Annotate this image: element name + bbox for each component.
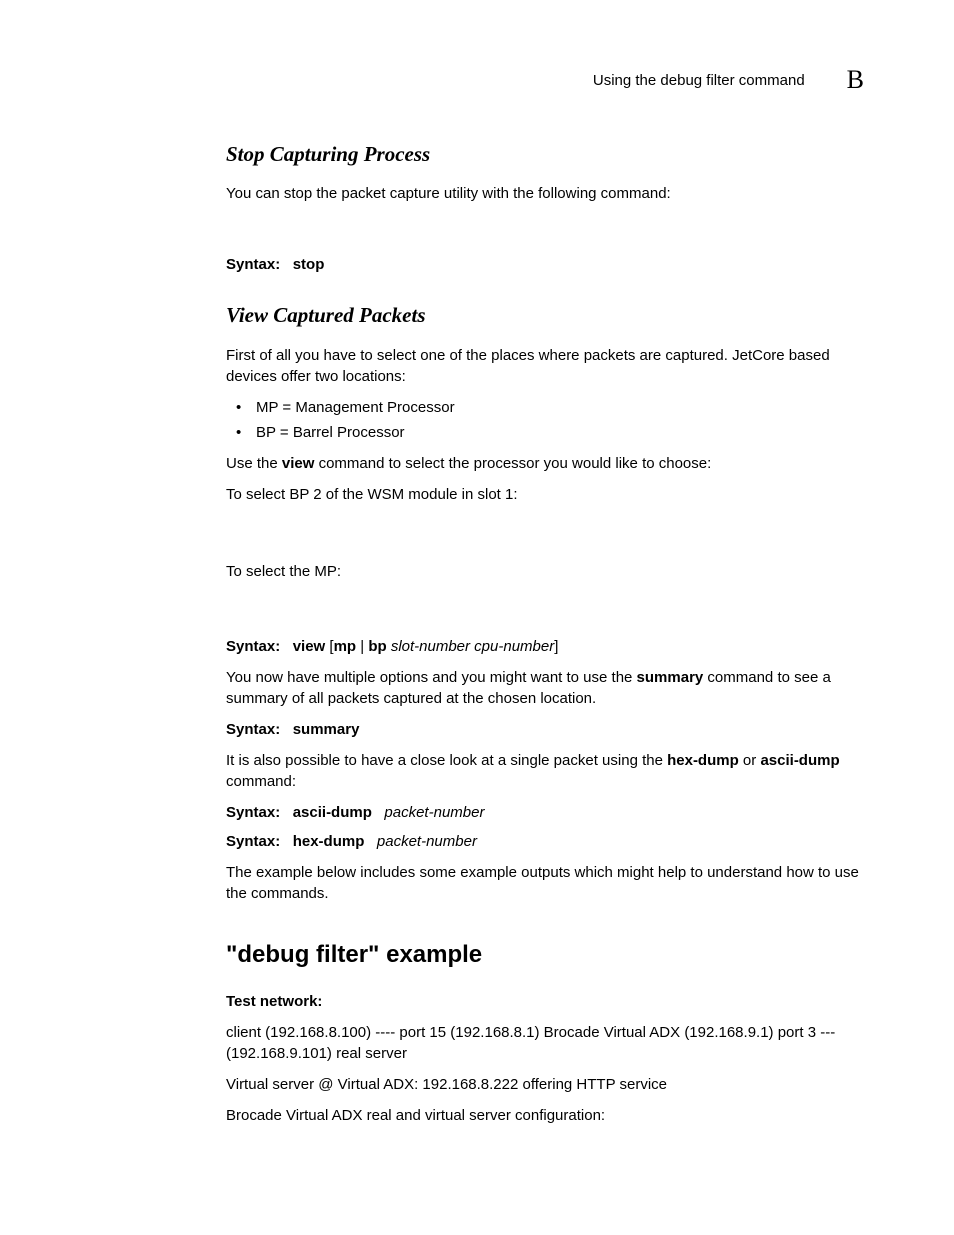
bullet-list: MP = Management Processor BP = Barrel Pr… — [226, 397, 864, 443]
text-run: [ — [325, 638, 333, 655]
paragraph: client (192.168.8.100) ---- port 15 (192… — [226, 1022, 864, 1064]
list-item: MP = Management Processor — [226, 397, 864, 418]
syntax-command: bp — [368, 638, 386, 655]
syntax-hex-dump: Syntax: hex-dump packet-number — [226, 831, 864, 852]
paragraph: You can stop the packet capture utility … — [226, 183, 864, 204]
syntax-label: Syntax: — [226, 256, 280, 273]
page: Using the debug filter command B Stop Ca… — [0, 0, 954, 1235]
syntax-command: hex-dump — [293, 833, 365, 850]
paragraph: First of all you have to select one of t… — [226, 345, 864, 387]
text-bold: hex-dump — [667, 752, 739, 769]
syntax-arg: packet-number — [377, 833, 477, 850]
paragraph: You now have multiple options and you mi… — [226, 667, 864, 709]
syntax-command: mp — [334, 638, 357, 655]
paragraph: It is also possible to have a close look… — [226, 750, 864, 792]
paragraph: To select BP 2 of the WSM module in slot… — [226, 484, 864, 505]
syntax-command: ascii-dump — [293, 804, 372, 821]
heading-view-captured: View Captured Packets — [226, 301, 864, 330]
text-run: Use the — [226, 455, 282, 472]
running-title: Using the debug filter command — [593, 70, 805, 91]
syntax-label: Syntax: — [226, 833, 280, 850]
text-bold: summary — [637, 669, 704, 686]
text-run: | — [356, 638, 368, 655]
paragraph: To select the MP: — [226, 561, 864, 582]
paragraph: The example below includes some example … — [226, 862, 864, 904]
list-item: BP = Barrel Processor — [226, 422, 864, 443]
syntax-summary: Syntax: summary — [226, 719, 864, 740]
syntax-command: stop — [293, 256, 325, 273]
content: Stop Capturing Process You can stop the … — [226, 140, 864, 1126]
text-bold: view — [282, 455, 315, 472]
text-run: command: — [226, 773, 296, 790]
heading-debug-filter-example: "debug filter" example — [226, 938, 864, 972]
text-run: ] — [554, 638, 558, 655]
syntax-stop: Syntax: stop — [226, 254, 864, 275]
text-run: You now have multiple options and you mi… — [226, 669, 637, 686]
running-header: Using the debug filter command B — [593, 62, 864, 98]
text-bold: ascii-dump — [760, 752, 839, 769]
syntax-label: Syntax: — [226, 721, 280, 738]
text-run: It is also possible to have a close look… — [226, 752, 667, 769]
text-run: command to select the processor you woul… — [314, 455, 711, 472]
syntax-view: Syntax: view [mp | bp slot-number cpu-nu… — [226, 636, 864, 657]
heading-stop-capturing: Stop Capturing Process — [226, 140, 864, 169]
paragraph: Virtual server @ Virtual ADX: 192.168.8.… — [226, 1074, 864, 1095]
paragraph: Brocade Virtual ADX real and virtual ser… — [226, 1105, 864, 1126]
syntax-label: Syntax: — [226, 638, 280, 655]
syntax-command: view — [293, 638, 326, 655]
appendix-letter: B — [847, 62, 864, 98]
paragraph: Use the view command to select the proce… — [226, 453, 864, 474]
syntax-command: summary — [293, 721, 360, 738]
syntax-arg: packet-number — [384, 804, 484, 821]
syntax-arg: slot-number cpu-number — [391, 638, 554, 655]
syntax-ascii-dump: Syntax: ascii-dump packet-number — [226, 802, 864, 823]
subheading-test-network: Test network: — [226, 991, 864, 1012]
text-run: or — [739, 752, 761, 769]
syntax-label: Syntax: — [226, 804, 280, 821]
